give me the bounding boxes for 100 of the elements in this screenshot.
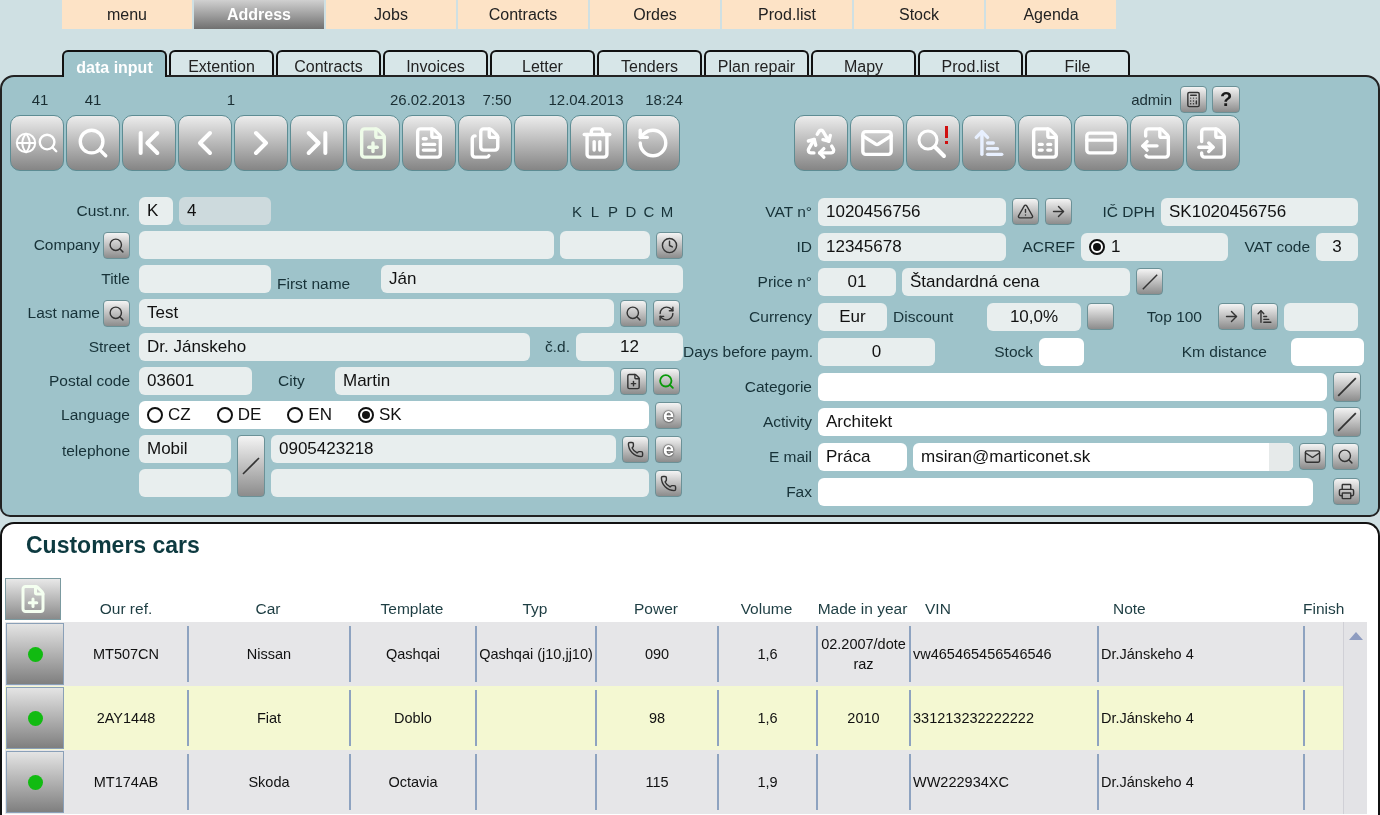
language-radio-group[interactable]: CZ DE EN SK: [139, 401, 649, 429]
search-button[interactable]: [103, 231, 130, 259]
menu-tab[interactable]: Jobs: [326, 0, 456, 29]
warning-button[interactable]: [1012, 198, 1039, 225]
recycle-button[interactable]: [794, 115, 848, 171]
edit-button[interactable]: [1333, 371, 1361, 402]
edit-button[interactable]: [237, 435, 265, 497]
stock-field[interactable]: [1039, 337, 1084, 366]
tab[interactable]: Contracts: [276, 50, 381, 75]
tab[interactable]: Invoices: [383, 50, 488, 75]
refresh-button[interactable]: [653, 299, 680, 327]
phone-number-field[interactable]: [271, 469, 649, 497]
import-button[interactable]: [1186, 115, 1240, 171]
tab[interactable]: Plan repair: [704, 50, 809, 75]
clock-button[interactable]: [656, 231, 683, 259]
last-record-button[interactable]: [290, 115, 344, 171]
radio-button[interactable]: [357, 407, 374, 423]
calculator-button[interactable]: [1180, 85, 1207, 113]
next-button[interactable]: [234, 115, 288, 171]
delete-button[interactable]: [570, 115, 624, 171]
acref-field[interactable]: 1: [1081, 232, 1228, 261]
company-field[interactable]: [139, 231, 554, 259]
tab[interactable]: Mapy: [811, 50, 916, 75]
input-field[interactable]: [560, 231, 650, 259]
days-field[interactable]: 0: [818, 337, 935, 366]
city-field[interactable]: Martin: [335, 367, 614, 395]
price-name-field[interactable]: Štandardná cena: [902, 267, 1130, 296]
first-record-button[interactable]: [122, 115, 176, 171]
house-number-field[interactable]: 12: [576, 333, 683, 361]
category-field[interactable]: [818, 372, 1327, 401]
currency-field[interactable]: Eur: [818, 302, 887, 331]
sort-button[interactable]: [1251, 303, 1278, 330]
tab[interactable]: Letter: [490, 50, 595, 75]
vat-code-field[interactable]: 3: [1316, 232, 1358, 261]
phone-number-field[interactable]: 0905423218: [271, 435, 616, 463]
vat-id-field[interactable]: SK1020456756: [1161, 197, 1358, 226]
blank-button[interactable]: [514, 115, 568, 171]
new-record-button[interactable]: [346, 115, 400, 171]
menu-tab[interactable]: Agenda: [986, 0, 1116, 29]
id-field[interactable]: 12345678: [818, 232, 1006, 261]
tab[interactable]: File: [1025, 50, 1130, 75]
edit-button[interactable]: [1136, 268, 1163, 295]
phone-button[interactable]: [655, 469, 682, 497]
email-field[interactable]: msiran@marticonet.sk: [913, 442, 1293, 471]
add-button[interactable]: [620, 367, 647, 395]
radio-button[interactable]: [1089, 238, 1105, 255]
radio-button[interactable]: [147, 407, 163, 423]
phone-type-field[interactable]: [139, 469, 231, 497]
globe-search-button[interactable]: [10, 115, 64, 171]
arrow-button[interactable]: [1218, 303, 1245, 330]
search-button[interactable]: [103, 299, 130, 327]
menu-tab[interactable]: Ordes: [590, 0, 720, 29]
menu-tab[interactable]: Prod.list: [722, 0, 852, 29]
edit-button[interactable]: [1333, 406, 1361, 437]
menu-tab[interactable]: Contracts: [458, 0, 588, 29]
status-button[interactable]: [6, 623, 64, 685]
tab[interactable]: Extention: [169, 50, 274, 75]
undo-button[interactable]: [626, 115, 680, 171]
top-100-field[interactable]: [1284, 302, 1358, 331]
mail-button[interactable]: [1299, 443, 1326, 470]
arrow-button[interactable]: [1045, 198, 1072, 225]
fax-button[interactable]: [1333, 478, 1360, 505]
activity-field[interactable]: Architekt: [818, 407, 1327, 436]
last-name-field[interactable]: Test: [139, 299, 614, 327]
spreadsheet-button[interactable]: [1018, 115, 1072, 171]
search-button[interactable]: [1332, 443, 1359, 470]
postal-code-field[interactable]: 03601: [139, 367, 252, 395]
phone-button[interactable]: [622, 435, 649, 463]
km-distance-field[interactable]: [1291, 337, 1364, 366]
street-field[interactable]: Dr. Jánskeho: [139, 333, 530, 361]
fax-field[interactable]: [818, 477, 1313, 506]
price-number-field[interactable]: 01: [818, 267, 896, 296]
phone-type-field[interactable]: Mobil: [139, 435, 231, 463]
title-field[interactable]: [139, 265, 271, 293]
scrollbar[interactable]: [1343, 622, 1367, 814]
menu-tab[interactable]: Stock: [854, 0, 984, 29]
search-alert-button[interactable]: [906, 115, 960, 171]
add-car-button[interactable]: [5, 578, 61, 620]
first-name-field[interactable]: Ján: [381, 265, 683, 293]
status-button[interactable]: [6, 687, 64, 749]
table-row[interactable]: 2AY1448 Fiat Doblo 98 1,6 2010 331213232222222 Dr.Jánskeho 4: [5, 686, 1343, 750]
export-button[interactable]: [1130, 115, 1184, 171]
search-button[interactable]: [620, 299, 647, 327]
document-button[interactable]: [402, 115, 456, 171]
status-button[interactable]: [6, 751, 64, 813]
copy-record-button[interactable]: [458, 115, 512, 171]
table-row[interactable]: MT174AB Skoda Octavia 115 1,9 WW222934XC Dr.Jánskeho 4: [5, 750, 1343, 814]
vat-number-field[interactable]: 1020456756: [818, 197, 1006, 226]
help-button[interactable]: ?: [1212, 85, 1240, 113]
blank-button[interactable]: [1087, 303, 1114, 330]
previous-button[interactable]: [178, 115, 232, 171]
menu-tab[interactable]: menu: [62, 0, 192, 29]
customer-number-field[interactable]: 4: [179, 197, 271, 225]
discount-field[interactable]: 10,0%: [987, 302, 1081, 331]
prefix-field[interactable]: K: [139, 197, 173, 225]
radio-button[interactable]: [216, 407, 233, 423]
radio-button[interactable]: [287, 407, 304, 423]
tab[interactable]: Prod.list: [918, 50, 1023, 75]
tab[interactable]: Tenders: [597, 50, 702, 75]
card-button[interactable]: [1074, 115, 1128, 171]
